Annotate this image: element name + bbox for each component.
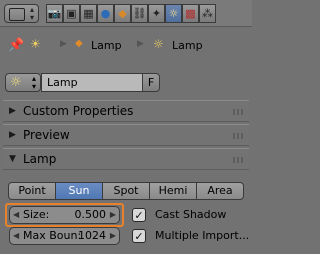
wrench-icon: ✦ [151,7,162,20]
max-bounces-label: Max Boun: [23,229,82,242]
properties-header: ▴ ▾ 📷 ▣ ▦ ● ◆ ⛓ ✦ ☼ ▩ ⁂ [0,0,252,27]
breadcrumb: 📌 ☀ ▶ ◆ Lamp ▶ ☼ Lamp [0,28,252,64]
object-context-button[interactable]: ◆ [114,4,131,23]
render-layers-context-button[interactable]: ▦ [80,4,97,23]
chevron-right-icon: ▶ [60,39,67,49]
scene-context-button[interactable]: ▣ [63,4,80,23]
multiple-importance-checkbox[interactable]: ✓ [132,229,146,243]
editor-type-button[interactable]: ▴ ▾ [4,4,39,23]
tab-spot[interactable]: Spot [102,182,150,200]
drag-grip-icon[interactable] [233,157,245,163]
increment-arrow-icon[interactable]: ▶ [110,228,116,244]
panel-title: Preview [23,128,70,142]
decrement-arrow-icon[interactable]: ◀ [13,228,19,244]
panel-title: Custom Properties [23,104,134,118]
drag-grip-icon[interactable] [233,109,245,115]
fake-user-button[interactable]: F [142,73,160,92]
panel-custom-properties[interactable]: ▶ Custom Properties [3,100,249,122]
check-icon: ✓ [134,209,144,222]
drag-grip-icon[interactable] [233,133,245,139]
triangle-down-icon: ▼ [9,154,16,164]
scene-icon: ▣ [66,7,77,20]
tab-area[interactable]: Area [196,182,244,200]
triangle-right-icon: ▶ [9,106,16,116]
increment-arrow-icon[interactable]: ▶ [110,207,116,223]
render-context-button[interactable]: 📷 [46,4,63,23]
modifiers-context-button[interactable]: ✦ [148,4,165,23]
max-bounces-value: 1024 [78,229,106,242]
world-icon: ● [100,7,111,20]
panel-title: Lamp [23,152,57,166]
lamp-data-context-button[interactable]: ☼ [165,4,182,23]
lamp-data-icon: ☼ [153,37,164,51]
object-icon: ◆ [118,7,127,20]
tab-point[interactable]: Point [8,182,56,200]
camera-icon: 📷 [47,7,62,20]
tab-sun[interactable]: Sun [55,182,103,200]
sun-icon: ☼ [10,75,22,90]
breadcrumb-object: Lamp [91,39,122,52]
size-field[interactable]: ◀ Size: 0.500 ▶ [9,206,120,224]
size-label: Size: [23,208,50,221]
cast-shadow-label: Cast Shadow [155,208,227,221]
datablock-name-field[interactable]: Lamp [41,73,143,92]
multiple-importance-label: Multiple Import... [155,229,250,242]
triangle-right-icon: ▶ [9,130,16,140]
constraints-context-button[interactable]: ⛓ [131,4,148,23]
panel-lamp[interactable]: ▼ Lamp [3,148,249,170]
tab-hemi[interactable]: Hemi [149,182,197,200]
layers-icon: ▦ [83,7,94,20]
object-small-icon: ◆ [75,38,83,49]
decrement-arrow-icon[interactable]: ◀ [13,207,19,223]
panel-preview[interactable]: ▶ Preview [3,124,249,146]
datablock-browse-button[interactable]: ☼ ▴ ▾ [5,73,41,92]
sun-icon: ☼ [168,7,179,20]
pin-icon[interactable]: 📌 [8,38,24,53]
breadcrumb-data: Lamp [172,39,203,52]
lamp-type-selector: Point Sun Spot Hemi Area [8,182,244,200]
texture-context-button[interactable]: ▩ [182,4,199,23]
cast-shadow-checkbox[interactable]: ✓ [132,208,146,222]
check-icon: ✓ [134,230,144,243]
properties-editor-icon [9,8,25,21]
particles-context-button[interactable]: ⁂ [199,4,216,23]
lamp-object-icon: ☀ [30,37,41,51]
chain-icon: ⛓ [132,7,147,20]
chevron-right-icon: ▶ [137,39,144,49]
size-value: 0.500 [74,208,107,221]
chevron-updown-icon: ▴ ▾ [29,5,34,22]
chevron-updown-icon: ▴ ▾ [31,74,36,91]
dots-icon: ⁂ [202,7,213,20]
world-context-button[interactable]: ● [97,4,114,23]
checker-icon: ▩ [185,7,196,20]
max-bounces-field[interactable]: ◀ Max Boun: 1024 ▶ [9,227,120,245]
